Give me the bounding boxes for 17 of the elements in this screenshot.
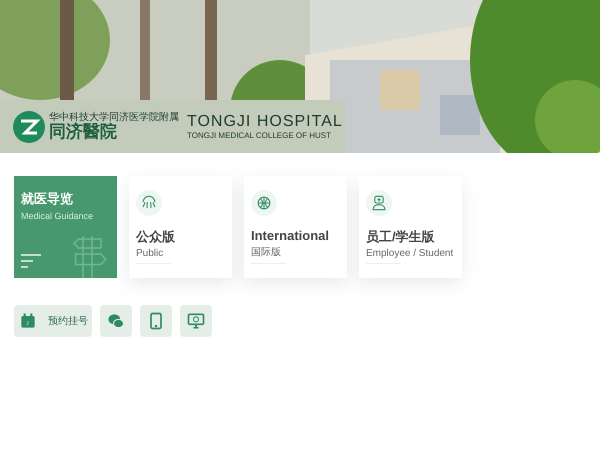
card-title: 公众版 <box>136 228 176 246</box>
card-title: 员工/学生版 <box>366 228 436 246</box>
card-title: 就医导览 <box>21 190 74 208</box>
version-card[interactable]: 员工/学生版 Employee / Student <box>359 176 462 278</box>
card-subtitle: 国际版 <box>251 246 282 259</box>
guide-card[interactable]: 就医导览 Medical Guidance <box>14 176 117 278</box>
hospital-name: TONGJI HOSPITAL <box>187 113 343 131</box>
college-name: TONGJI MEDICAL COLLEGE OF HUST <box>187 131 332 141</box>
card-title: International <box>251 228 330 243</box>
card-subtitle: Public <box>136 248 164 259</box>
affiliation-text: 华中科技大学同济医学院附属 <box>49 112 179 123</box>
hospital-name: 同济醫院 <box>49 123 118 142</box>
version-card[interactable]: 公众版 Public <box>129 176 232 278</box>
card-subtitle: Medical Guidance <box>21 211 94 221</box>
card-subtitle: Employee / Student <box>366 248 454 259</box>
version-card[interactable]: International 国际版 <box>244 176 347 278</box>
appointment-button[interactable]: 预约挂号 <box>14 305 92 337</box>
